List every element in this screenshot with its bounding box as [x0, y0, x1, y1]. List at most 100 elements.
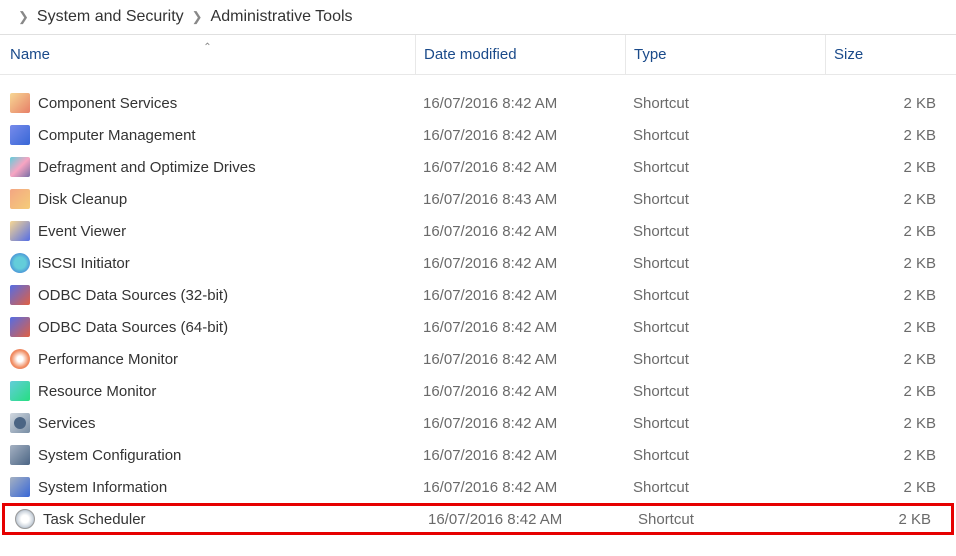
file-name-cell: ODBC Data Sources (64-bit) — [0, 317, 415, 337]
file-type-cell: Shortcut — [625, 279, 825, 311]
file-type-cell: Shortcut — [625, 375, 825, 407]
file-size-cell: 2 KB — [825, 183, 956, 215]
file-size-cell: 2 KB — [825, 279, 956, 311]
file-row[interactable]: Services 16/07/2016 8:42 AMShortcut2 KB — [0, 407, 956, 439]
file-size-cell: 2 KB — [825, 87, 956, 119]
file-size-cell: 2 KB — [825, 407, 956, 439]
file-row[interactable]: Event Viewer16/07/2016 8:42 AMShortcut2 … — [0, 215, 956, 247]
file-name-cell: Performance Monitor — [0, 349, 415, 369]
file-name-cell: Event Viewer — [0, 221, 415, 241]
event-viewer-icon — [10, 221, 30, 241]
file-size-cell: 2 KB — [825, 215, 956, 247]
file-type-cell: Shortcut — [630, 507, 830, 531]
column-header-row: ⌃ Name Date modified Type Size — [0, 35, 956, 75]
column-header-date-label: Date modified — [424, 46, 517, 63]
file-name-cell: System Information — [0, 477, 415, 497]
disk-cleanup-icon — [10, 189, 30, 209]
file-size-cell: 2 KB — [825, 471, 956, 503]
file-type-cell: Shortcut — [625, 215, 825, 247]
file-date-cell: 16/07/2016 8:42 AM — [415, 407, 625, 439]
file-row[interactable]: System Information 16/07/2016 8:42 AMShor… — [0, 471, 956, 503]
file-size-cell: 2 KB — [825, 311, 956, 343]
file-type-cell: Shortcut — [625, 311, 825, 343]
file-row[interactable]: Component Services16/07/2016 8:42 AMShor… — [0, 87, 956, 119]
file-name-label: Event Viewer — [38, 223, 126, 240]
file-list: Component Services16/07/2016 8:42 AMShor… — [0, 87, 956, 535]
file-row[interactable]: Resource Monitor16/07/2016 8:42 AMShortc… — [0, 375, 956, 407]
defragment-icon — [10, 157, 30, 177]
file-date-cell: 16/07/2016 8:42 AM — [415, 311, 625, 343]
file-size-cell: 2 KB — [825, 343, 956, 375]
file-date-cell: 16/07/2016 8:42 AM — [415, 151, 625, 183]
file-name-label: Computer Management — [38, 127, 196, 144]
file-date-cell: 16/07/2016 8:42 AM — [415, 87, 625, 119]
file-name-cell: System Configuration — [0, 445, 415, 465]
file-date-cell: 16/07/2016 8:42 AM — [415, 279, 625, 311]
chevron-right-icon: ❯ — [18, 9, 29, 25]
file-size-cell: 2 KB — [825, 119, 956, 151]
file-name-label: Disk Cleanup — [38, 191, 127, 208]
file-row[interactable]: Disk Cleanup16/07/2016 8:43 AMShortcut2 … — [0, 183, 956, 215]
file-date-cell: 16/07/2016 8:42 AM — [415, 471, 625, 503]
breadcrumb[interactable]: ❯ System and Security ❯ Administrative T… — [0, 0, 956, 35]
file-row[interactable]: Computer Management 16/07/2016 8:42 AMSho… — [0, 119, 956, 151]
file-name-cell: Component Services — [0, 93, 415, 113]
file-date-cell: 16/07/2016 8:42 AM — [415, 119, 625, 151]
file-type-cell: Shortcut — [625, 407, 825, 439]
file-name-cell: Defragment and Optimize Drives — [0, 157, 415, 177]
column-header-date[interactable]: Date modified — [415, 35, 625, 74]
file-name-label: Task Scheduler — [43, 511, 146, 528]
file-size-cell: 2 KB — [825, 375, 956, 407]
file-name-label: Component Services — [38, 95, 177, 112]
file-row[interactable]: Performance Monitor16/07/2016 8:42 AMSho… — [0, 343, 956, 375]
file-date-cell: 16/07/2016 8:42 AM — [420, 507, 630, 531]
file-date-cell: 16/07/2016 8:42 AM — [415, 439, 625, 471]
file-row[interactable]: iSCSI Initiator 16/07/2016 8:42 AMShortcu… — [0, 247, 956, 279]
file-row[interactable]: System Configuration 16/07/2016 8:42 AMSh… — [0, 439, 956, 471]
column-header-name[interactable]: ⌃ Name — [0, 46, 415, 63]
breadcrumb-segment-1[interactable]: System and Security — [37, 8, 184, 26]
file-row[interactable]: ODBC Data Sources (32-bit)16/07/2016 8:4… — [0, 279, 956, 311]
column-header-size-label: Size — [834, 46, 863, 63]
task-scheduler-icon — [15, 509, 35, 529]
component-services-icon — [10, 93, 30, 113]
file-row[interactable]: ODBC Data Sources (64-bit) 16/07/2016 8:4… — [0, 311, 956, 343]
file-row[interactable]: Defragment and Optimize Drives 16/07/2016… — [0, 151, 956, 183]
file-date-cell: 16/07/2016 8:42 AM — [415, 247, 625, 279]
file-size-cell: 2 KB — [825, 151, 956, 183]
resource-monitor-icon — [10, 381, 30, 401]
column-header-type[interactable]: Type — [625, 35, 825, 74]
chevron-right-icon: ❯ — [192, 9, 203, 25]
file-date-cell: 16/07/2016 8:42 AM — [415, 343, 625, 375]
file-size-cell: 2 KB — [825, 247, 956, 279]
file-type-cell: Shortcut — [625, 247, 825, 279]
computer-management-icon — [10, 125, 30, 145]
file-name-cell: Resource Monitor — [0, 381, 415, 401]
iscsi-initiator-icon — [10, 253, 30, 273]
file-name-label: iSCSI Initiator — [38, 255, 130, 272]
file-name-label: Services — [38, 415, 96, 432]
file-name-cell: Task Scheduler — [5, 509, 420, 529]
file-name-label: Defragment and Optimize Drives — [38, 159, 256, 176]
odbc-64-icon — [10, 317, 30, 337]
column-header-type-label: Type — [634, 46, 667, 63]
file-name-label: System Configuration — [38, 447, 181, 464]
performance-monitor-icon — [10, 349, 30, 369]
file-type-cell: Shortcut — [625, 151, 825, 183]
sort-ascending-icon: ⌃ — [203, 42, 211, 53]
column-header-size[interactable]: Size — [825, 35, 956, 74]
breadcrumb-segment-2[interactable]: Administrative Tools — [211, 8, 353, 26]
file-name-cell: Disk Cleanup — [0, 189, 415, 209]
file-type-cell: Shortcut — [625, 471, 825, 503]
column-header-name-label: Name — [10, 46, 50, 63]
file-type-cell: Shortcut — [625, 119, 825, 151]
file-name-cell: Computer Management — [0, 125, 415, 145]
file-row[interactable]: Task Scheduler 16/07/2016 8:42 AMShortcut… — [2, 503, 954, 535]
file-name-label: System Information — [38, 479, 167, 496]
file-type-cell: Shortcut — [625, 439, 825, 471]
services-icon — [10, 413, 30, 433]
file-size-cell: 2 KB — [825, 439, 956, 471]
file-name-label: ODBC Data Sources (64-bit) — [38, 319, 228, 336]
system-configuration-icon — [10, 445, 30, 465]
odbc-32-icon — [10, 285, 30, 305]
